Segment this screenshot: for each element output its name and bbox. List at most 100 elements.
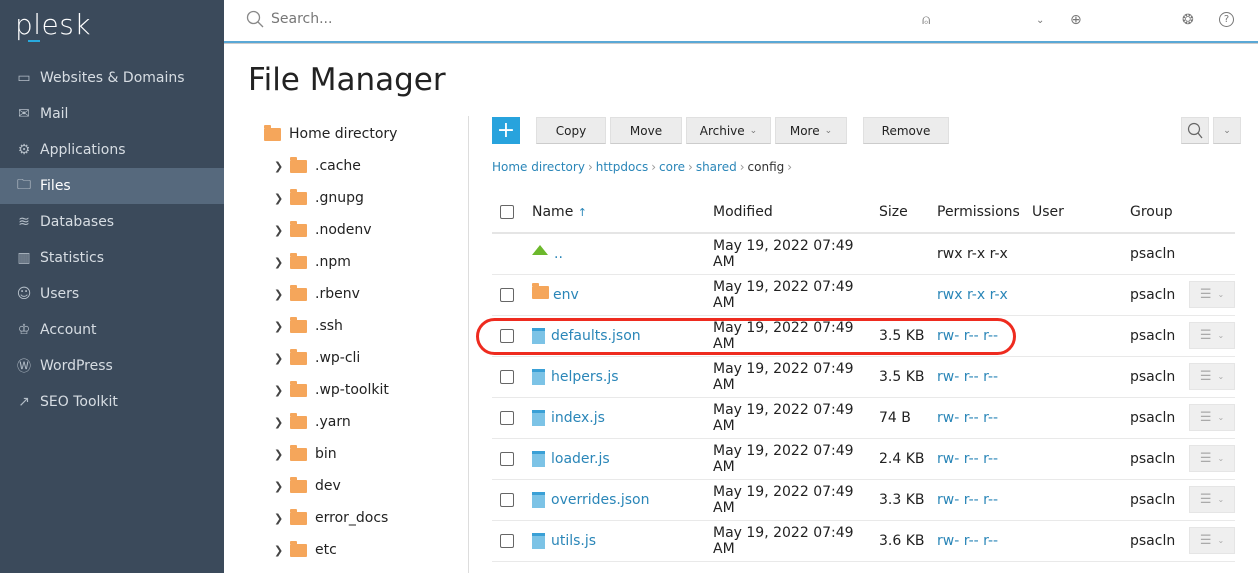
chevron-right-icon[interactable]: ❯: [274, 320, 286, 333]
add-button[interactable]: +: [492, 117, 520, 144]
chevron-right-icon[interactable]: ❯: [274, 512, 286, 525]
plesk-community-icon[interactable]: ❂: [1182, 12, 1194, 28]
column-modified[interactable]: Modified: [713, 192, 879, 234]
tree-item[interactable]: ❯ bin: [262, 438, 462, 470]
tree-item[interactable]: ❯ .yarn: [262, 406, 462, 438]
folder-icon: [290, 508, 307, 525]
permissions-link[interactable]: rw- r-- r--: [937, 369, 998, 385]
tree-item[interactable]: ❯ .ssh: [262, 310, 462, 342]
permissions-link[interactable]: rwx r-x r-x: [937, 287, 1008, 303]
tree-item[interactable]: ❯ .gnupg: [262, 182, 462, 214]
search-files-button[interactable]: [1181, 117, 1209, 144]
move-button[interactable]: Move: [610, 117, 682, 144]
tree-item[interactable]: ❯ etc: [262, 534, 462, 566]
chevron-right-icon[interactable]: ❯: [274, 384, 286, 397]
tree-item[interactable]: ❯ .wp-cli: [262, 342, 462, 374]
tree-item[interactable]: ❯ .npm: [262, 246, 462, 278]
chevron-right-icon[interactable]: ❯: [274, 224, 286, 237]
chevron-right-icon[interactable]: ❯: [274, 352, 286, 365]
tree-item[interactable]: ❯ .nodenv: [262, 214, 462, 246]
more-button[interactable]: More ⌄: [775, 117, 847, 144]
chevron-right-icon[interactable]: ❯: [274, 416, 286, 429]
chevron-right-icon[interactable]: ❯: [274, 480, 286, 493]
file-name-link[interactable]: loader.js: [551, 451, 610, 467]
sidebar-item-wordpress[interactable]: Ⓦ WordPress: [0, 348, 224, 384]
breadcrumb-link[interactable]: shared: [696, 160, 737, 174]
column-group[interactable]: Group: [1130, 192, 1188, 234]
chevron-right-icon[interactable]: ❯: [274, 448, 286, 461]
file-name-link[interactable]: defaults.json: [551, 328, 641, 344]
file-name-link[interactable]: helpers.js: [551, 369, 619, 385]
permissions-link[interactable]: rw- r-- r--: [937, 533, 998, 549]
file-name-link[interactable]: utils.js: [551, 533, 596, 549]
sidebar-item-users[interactable]: ☺ Users: [0, 276, 224, 312]
sidebar-item-statistics[interactable]: ▥ Statistics: [0, 240, 224, 276]
row-actions-menu[interactable]: ☰ ⌄: [1189, 281, 1235, 308]
sidebar-item-databases[interactable]: ≋ Databases: [0, 204, 224, 240]
row-checkbox[interactable]: [500, 328, 514, 343]
tree-item[interactable]: ❯ error_docs: [262, 502, 462, 534]
row-actions-menu[interactable]: ☰ ⌄: [1189, 322, 1235, 349]
column-permissions[interactable]: Permissions: [937, 192, 1032, 234]
breadcrumb-link[interactable]: core: [659, 160, 685, 174]
chevron-down-icon[interactable]: ⌄: [1036, 15, 1044, 26]
row-actions-menu[interactable]: ☰ ⌄: [1189, 404, 1235, 431]
row-actions-menu[interactable]: ☰ ⌄: [1189, 363, 1235, 390]
select-all-checkbox[interactable]: [500, 205, 514, 219]
sidebar-item-applications[interactable]: ⚙ Applications: [0, 132, 224, 168]
search-options-dropdown[interactable]: ⌄: [1213, 117, 1241, 144]
permissions-link[interactable]: rw- r-- r--: [937, 492, 998, 508]
chevron-right-icon[interactable]: ❯: [274, 192, 286, 205]
archive-button[interactable]: Archive ⌄: [686, 117, 771, 144]
chevron-right-icon[interactable]: ❯: [274, 288, 286, 301]
chevron-right-icon[interactable]: ❯: [274, 256, 286, 269]
chevron-right-icon[interactable]: ❯: [274, 160, 286, 173]
user-cell: [1032, 438, 1130, 480]
sidebar-item-websites-domains[interactable]: ▭ Websites & Domains: [0, 60, 224, 96]
row-checkbox[interactable]: [500, 287, 514, 302]
permissions-link[interactable]: rw- r-- r--: [937, 410, 998, 426]
column-user[interactable]: User: [1032, 192, 1130, 234]
permissions-link: rwx r-x r-x: [937, 245, 1008, 262]
breadcrumb-link[interactable]: httpdocs: [596, 160, 648, 174]
row-checkbox[interactable]: [500, 410, 514, 425]
chevron-right-icon[interactable]: ❯: [274, 544, 286, 557]
tree-item[interactable]: ❯ dev: [262, 470, 462, 502]
row-checkbox[interactable]: [500, 451, 514, 466]
user-icon[interactable]: ⍝: [922, 12, 930, 28]
file-name-link[interactable]: ..: [554, 246, 563, 262]
permissions-link[interactable]: rw- r-- r--: [937, 451, 998, 467]
row-actions-menu[interactable]: ☰ ⌄: [1189, 445, 1235, 472]
sidebar-item-files[interactable]: 🗀 Files: [0, 168, 224, 204]
help-icon[interactable]: ?: [1219, 12, 1234, 27]
group-cell: psacln: [1130, 274, 1188, 316]
sidebar-item-account[interactable]: ♔ Account: [0, 312, 224, 348]
sidebar-item-seo-toolkit[interactable]: ↗ SEO Toolkit: [0, 384, 224, 420]
permissions-link[interactable]: rw- r-- r--: [937, 328, 998, 344]
file-name-link[interactable]: overrides.json: [551, 492, 650, 508]
tree-item[interactable]: ❯ .cache: [262, 150, 462, 182]
breadcrumb-separator: ›: [787, 160, 793, 174]
tree-item[interactable]: ❯ .wp-toolkit: [262, 374, 462, 406]
file-name-link[interactable]: index.js: [551, 410, 605, 426]
column-name-label: Name: [532, 204, 574, 220]
sidebar-item-mail[interactable]: ✉ Mail: [0, 96, 224, 132]
parent-dir-icon: [532, 244, 548, 255]
row-actions-menu[interactable]: ☰ ⌄: [1189, 486, 1235, 513]
tree-root[interactable]: Home directory: [262, 118, 462, 150]
globe-icon[interactable]: ⊕: [1070, 12, 1082, 28]
search-box[interactable]: Search...: [246, 10, 332, 28]
plesk-logo[interactable]: plesk: [15, 8, 91, 41]
search-input[interactable]: Search...: [271, 11, 332, 27]
row-checkbox[interactable]: [500, 533, 514, 548]
column-name[interactable]: Name ↑: [532, 192, 713, 234]
row-checkbox[interactable]: [500, 492, 514, 507]
tree-item[interactable]: ❯ .rbenv: [262, 278, 462, 310]
breadcrumb-link[interactable]: Home directory: [492, 160, 585, 174]
remove-button[interactable]: Remove: [863, 117, 949, 144]
row-actions-menu[interactable]: ☰ ⌄: [1189, 527, 1235, 554]
row-checkbox[interactable]: [500, 369, 514, 384]
copy-button[interactable]: Copy: [536, 117, 606, 144]
column-size[interactable]: Size: [879, 192, 937, 234]
file-name-link[interactable]: env: [553, 287, 579, 303]
